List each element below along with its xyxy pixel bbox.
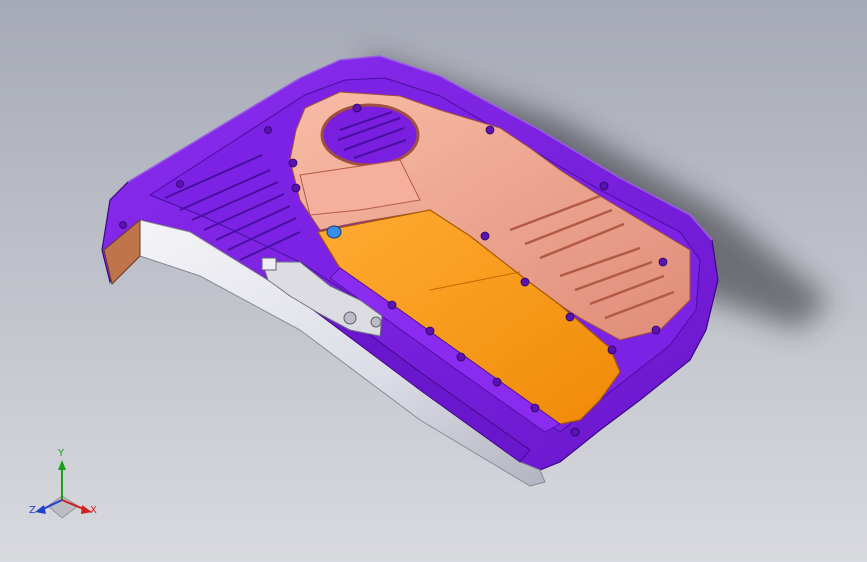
cad-viewport[interactable]: Y X Z: [0, 0, 867, 562]
mounting-clip-blue[interactable]: [326, 225, 342, 239]
speaker-grille[interactable]: [320, 103, 420, 167]
model-scene[interactable]: [0, 0, 867, 562]
